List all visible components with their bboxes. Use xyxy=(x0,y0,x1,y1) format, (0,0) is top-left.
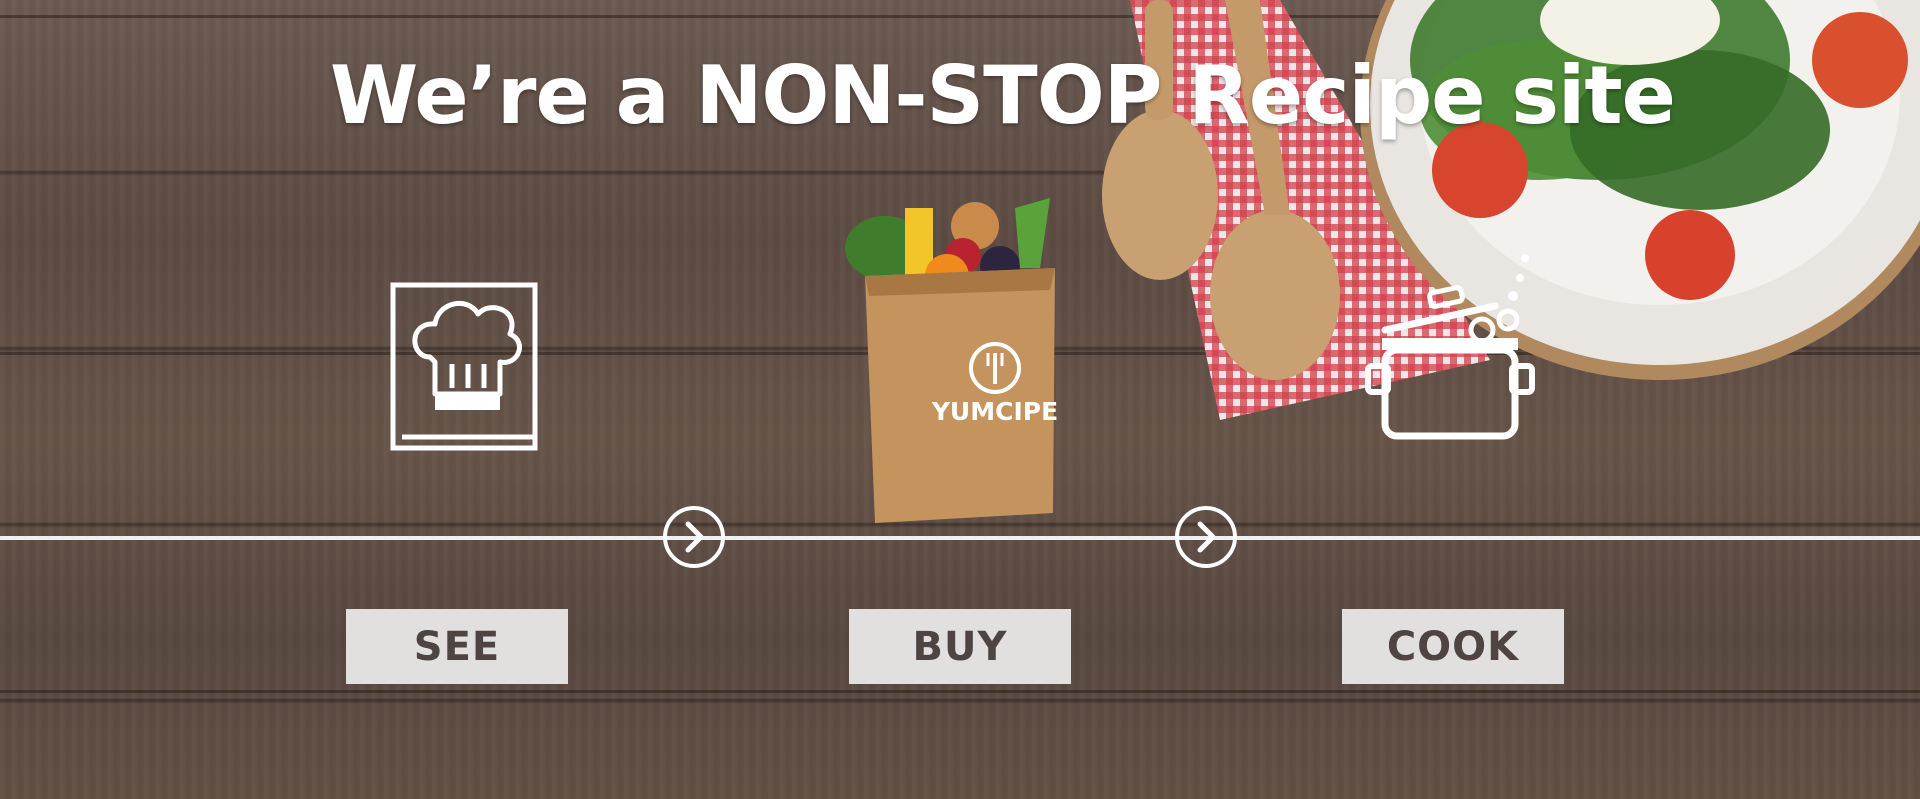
buy-button[interactable]: BUY xyxy=(849,609,1071,684)
hero-banner: We’re a NON-STOP Recipe site YUMCIPE SEE… xyxy=(0,0,1920,799)
bag-brand-label: YUMCIPE xyxy=(931,397,1058,426)
wood-plank-seam xyxy=(0,690,1920,693)
cook-button[interactable]: COOK xyxy=(1342,609,1564,684)
chevron-right-icon xyxy=(685,521,704,553)
timeline-line xyxy=(0,536,1920,540)
next-step-arrow[interactable] xyxy=(663,506,725,568)
chef-hat-book-icon xyxy=(390,282,538,451)
grocery-bag-icon: YUMCIPE xyxy=(845,198,1058,523)
page-title: We’re a NON-STOP Recipe site xyxy=(330,49,1676,142)
chevron-right-icon xyxy=(1197,521,1216,553)
next-step-arrow[interactable] xyxy=(1175,506,1237,568)
see-button[interactable]: SEE xyxy=(346,609,568,684)
cooking-pot-icon xyxy=(1365,254,1535,440)
